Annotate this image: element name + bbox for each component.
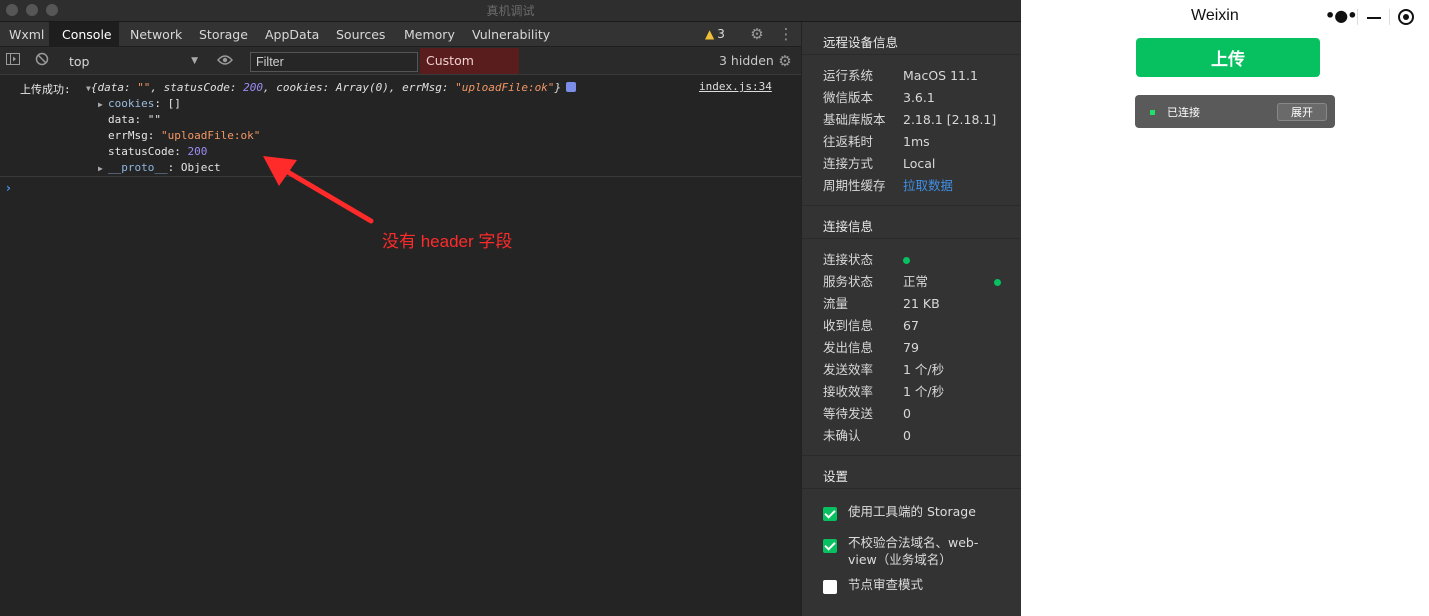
- checkbox-unchecked-icon[interactable]: [823, 580, 837, 594]
- info-row-conn-method: 连接方式 Local: [823, 156, 936, 171]
- chevron-down-icon: ▼: [191, 56, 198, 66]
- info-row-rtt: 往返耗时 1ms: [823, 134, 930, 149]
- info-row-send-rate: 发送效率 1 个/秒: [823, 362, 945, 377]
- tab-network[interactable]: Network: [130, 22, 182, 47]
- info-row-unacked: 未确认 0: [823, 428, 911, 443]
- console-output: 上传成功: ▼{data: "", statusCode: 200, cooki…: [0, 75, 801, 616]
- info-row-os: 运行系统 MacOS 11.1: [823, 68, 978, 83]
- log-source-link[interactable]: index.js:34: [699, 80, 772, 93]
- annotation-arrow-icon: [263, 156, 374, 224]
- info-row-recv-rate: 接收效率 1 个/秒: [823, 384, 945, 399]
- conn-info-title: 连接信息: [823, 219, 874, 234]
- info-row-pending: 等待发送 0: [823, 406, 911, 421]
- console-settings-gear-icon[interactable]: ⚙: [776, 52, 794, 70]
- log-summary[interactable]: ▼{data: "", statusCode: 200, cookies: Ar…: [86, 81, 577, 94]
- devtools-tab-bar: Wxml Console Network Storage AppData Sou…: [0, 22, 801, 47]
- prop-statuscode: statusCode: 200: [108, 145, 208, 158]
- tab-sources[interactable]: Sources: [336, 22, 385, 47]
- info-row-periodic-cache: 周期性缓存 拉取数据: [823, 175, 1013, 197]
- prop-cookies[interactable]: ▶ cookies: []: [98, 97, 181, 110]
- status-dot-icon: [994, 279, 1001, 286]
- simulator-phone: Weixin •●• 上传 已连接 展开: [1021, 0, 1429, 616]
- prop-data: data: "": [108, 113, 161, 126]
- info-icon[interactable]: [566, 82, 577, 92]
- more-vertical-icon[interactable]: ⋮: [777, 25, 795, 43]
- window-title: 真机调试: [486, 4, 535, 18]
- gear-icon[interactable]: ⚙: [748, 25, 766, 43]
- prop-proto[interactable]: ▶ __proto__: Object: [98, 161, 221, 174]
- info-row-sent: 发出信息 79: [823, 340, 919, 355]
- tab-wxml[interactable]: Wxml: [0, 22, 49, 47]
- info-row-wechat-version: 微信版本 3.6.1: [823, 90, 935, 105]
- annotation-text: 没有 header 字段: [382, 232, 513, 251]
- fetch-data-link[interactable]: 拉取数据: [903, 175, 953, 197]
- info-row-lib-version: 基础库版本 2.18.1 [2.18.1]: [823, 112, 997, 127]
- setting-node-inspect-mode[interactable]: 节点审查模式: [823, 576, 1013, 596]
- tab-vulnerability[interactable]: Vulnerability: [472, 22, 550, 47]
- devtools-window: 真机调试 Wxml Console Network Storage AppDat…: [0, 0, 1022, 616]
- nav-title: Weixin: [1191, 7, 1239, 24]
- setting-skip-domain-check[interactable]: 不校验合法域名、web-view（业务域名）: [823, 534, 1013, 570]
- checkbox-checked-icon[interactable]: [823, 507, 837, 521]
- warning-count-badge[interactable]: ▲ 3: [705, 22, 725, 47]
- hidden-count: 3 hidden: [719, 53, 774, 68]
- upload-button[interactable]: 上传: [1136, 38, 1320, 77]
- info-row-traffic: 流量 21 KB: [823, 296, 940, 311]
- device-info-title: 远程设备信息: [823, 35, 899, 50]
- log-label: 上传成功:: [20, 83, 71, 96]
- expand-button[interactable]: 展开: [1277, 103, 1327, 121]
- log-entry: 上传成功: ▼{data: "", statusCode: 200, cooki…: [0, 75, 801, 177]
- eye-icon[interactable]: [216, 52, 234, 70]
- settings-title: 设置: [823, 469, 849, 484]
- console-prompt-icon[interactable]: ›: [6, 181, 11, 195]
- log-levels-dropdown[interactable]: Custom levels▼: [420, 48, 519, 94]
- tab-memory[interactable]: Memory: [404, 22, 455, 47]
- prop-errmsg: errMsg: "uploadFile:ok": [108, 129, 261, 142]
- title-bar: 真机调试: [0, 0, 1021, 22]
- info-row-received: 收到信息 67: [823, 318, 919, 333]
- connected-dot-icon: [1150, 110, 1155, 115]
- mini-program-capsule: •●•: [1312, 3, 1429, 30]
- expand-triangle-icon[interactable]: ▶: [98, 100, 108, 109]
- filter-input[interactable]: [250, 52, 418, 72]
- info-row-conn-status: 连接状态: [823, 249, 1013, 271]
- close-target-icon[interactable]: [1398, 9, 1414, 25]
- warning-triangle-icon: ▲: [705, 27, 715, 41]
- more-dots-icon[interactable]: •●•: [1325, 6, 1357, 25]
- checkbox-checked-icon[interactable]: [823, 539, 837, 553]
- tab-appdata[interactable]: AppData: [265, 22, 319, 47]
- sidebar-toggle-icon[interactable]: [4, 52, 22, 70]
- connected-label: 已连接: [1167, 106, 1200, 119]
- clear-console-icon[interactable]: [33, 52, 51, 70]
- tab-console[interactable]: Console: [49, 22, 119, 47]
- expand-triangle-icon[interactable]: ▶: [98, 164, 108, 173]
- console-toolbar: top ▼ Custom levels▼ 3 hidden ⚙: [0, 48, 801, 94]
- remote-info-panel: 远程设备信息 运行系统 MacOS 11.1 微信版本 3.6.1 基础库版本 2.1…: [801, 22, 1022, 616]
- connection-status-box: 已连接 展开: [1135, 95, 1335, 128]
- minimize-icon[interactable]: [1367, 17, 1381, 19]
- status-dot-icon: [903, 257, 910, 264]
- info-row-service-status: 服务状态 正常: [823, 271, 1013, 293]
- context-select[interactable]: top ▼: [62, 52, 202, 71]
- setting-use-tool-storage[interactable]: 使用工具端的 Storage: [823, 503, 1013, 523]
- tab-storage[interactable]: Storage: [199, 22, 248, 47]
